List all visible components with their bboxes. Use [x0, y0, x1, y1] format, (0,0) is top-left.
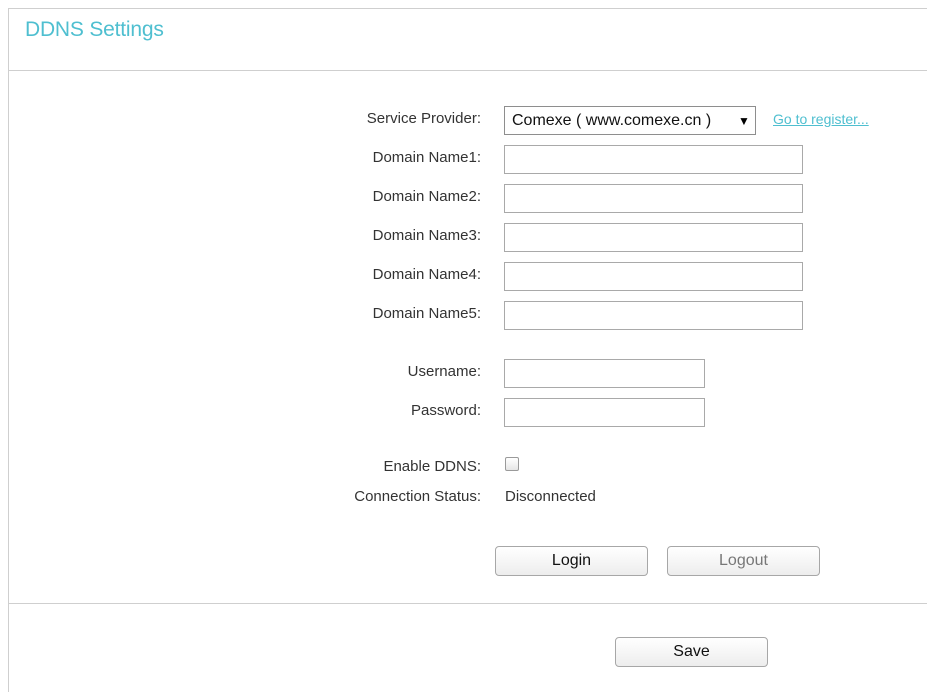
connection-status-value: Disconnected: [505, 488, 596, 505]
save-button[interactable]: Save: [615, 637, 768, 667]
go-to-register-link[interactable]: Go to register...: [773, 111, 869, 127]
password-input[interactable]: [504, 398, 705, 427]
domain-name5-input[interactable]: [504, 301, 803, 330]
domain-name4-label: Domain Name4:: [372, 266, 481, 283]
domain-name2-input[interactable]: [504, 184, 803, 213]
domain-name1-label: Domain Name1:: [372, 149, 481, 166]
domain-name4-input[interactable]: [504, 262, 803, 291]
domain-name3-input[interactable]: [504, 223, 803, 252]
domain-name3-label: Domain Name3:: [372, 227, 481, 244]
password-label: Password:: [410, 402, 481, 419]
enable-ddns-label: Enable DDNS:: [383, 458, 481, 475]
logout-button[interactable]: Logout: [667, 546, 820, 576]
page-title: DDNS Settings: [25, 18, 164, 41]
domain-name5-label: Domain Name5:: [372, 305, 481, 322]
domain-name2-label: Domain Name2:: [372, 188, 481, 205]
service-provider-select[interactable]: Comexe ( www.comexe.cn ) ▼: [504, 106, 756, 135]
service-provider-label: Service Provider:: [366, 110, 481, 127]
username-input[interactable]: [504, 359, 705, 388]
dropdown-arrow-icon: ▼: [738, 113, 750, 128]
domain-name1-input[interactable]: [504, 145, 803, 174]
enable-ddns-checkbox[interactable]: [505, 457, 519, 471]
header-divider: [9, 70, 927, 71]
username-label: Username:: [407, 363, 481, 380]
footer-divider: [9, 603, 927, 604]
service-provider-value: Comexe ( www.comexe.cn ): [512, 111, 712, 129]
login-button[interactable]: Login: [495, 546, 648, 576]
connection-status-label: Connection Status:: [354, 488, 481, 505]
